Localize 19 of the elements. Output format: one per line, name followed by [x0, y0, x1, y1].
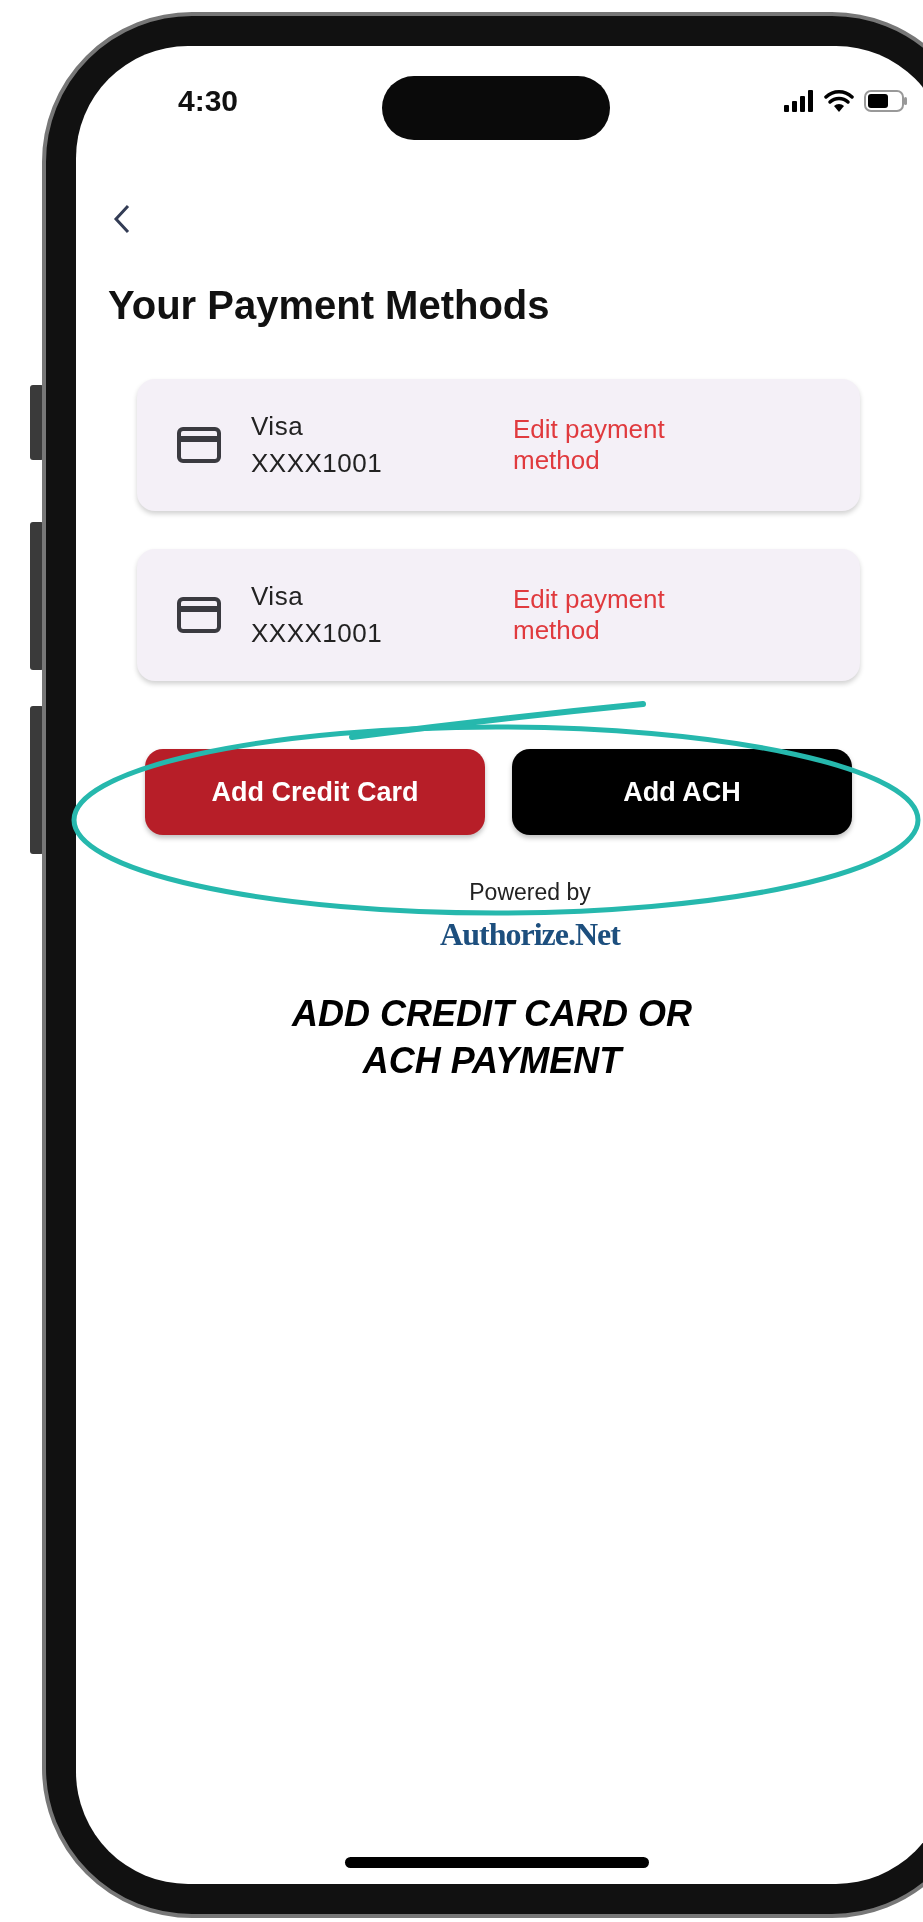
annotation-text: ADD CREDIT CARD OR ACH PAYMENT: [292, 992, 692, 1083]
powered-by-label: Powered by: [469, 879, 591, 906]
card-brand: Visa: [251, 581, 305, 612]
back-icon[interactable]: [112, 202, 132, 235]
edit-payment-link[interactable]: Edit payment method: [513, 413, 723, 477]
status-time: 4:30: [178, 84, 239, 118]
edit-payment-link[interactable]: Edit payment method: [513, 583, 723, 647]
battery-icon: [864, 90, 908, 112]
add-payment-button[interactable]: Add Credit Card: [145, 749, 485, 835]
card-number: XXXX1001: [251, 618, 384, 649]
wifi-icon: [824, 90, 854, 112]
credit-card-icon: [177, 597, 221, 633]
signal-icon: [784, 90, 814, 112]
add-payment-button[interactable]: Add ACH: [512, 749, 852, 835]
provider-logo: Authorize.Net: [440, 916, 620, 953]
credit-card-icon: [177, 427, 221, 463]
card-number: XXXX1001: [251, 448, 384, 479]
card-brand: Visa: [251, 411, 305, 442]
page-title: Your Payment Methods: [107, 282, 551, 329]
